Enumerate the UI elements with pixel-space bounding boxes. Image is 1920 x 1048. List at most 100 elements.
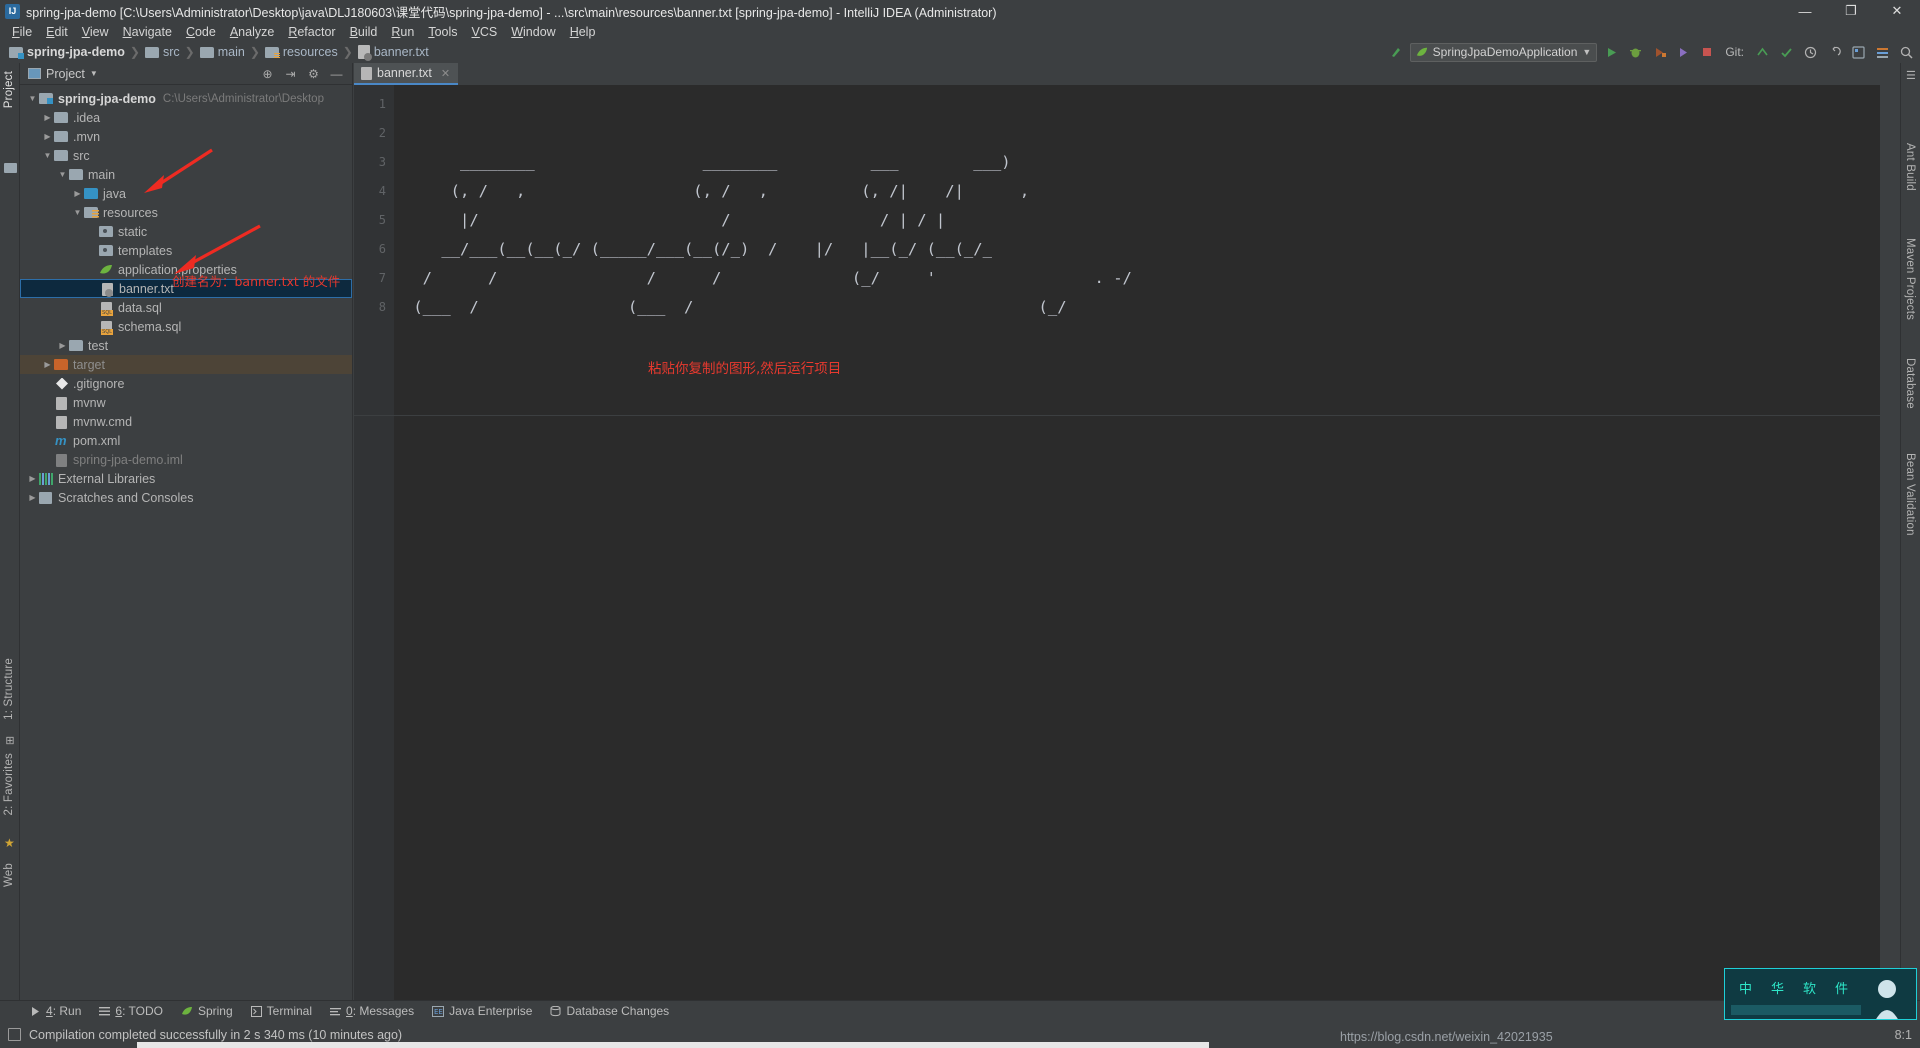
chevron-down-icon[interactable]: ▼ bbox=[90, 69, 98, 78]
breadcrumb-src[interactable]: src bbox=[142, 45, 183, 59]
profile-icon[interactable] bbox=[1673, 42, 1693, 62]
tool-window-favorites[interactable]: 2: Favorites bbox=[3, 753, 15, 815]
menu-item-run[interactable]: Run bbox=[384, 24, 421, 40]
tool-window-bean-validation[interactable]: Bean Validation bbox=[1904, 453, 1916, 536]
menu-item-view[interactable]: View bbox=[75, 24, 116, 40]
run-configuration-selector[interactable]: SpringJpaDemoApplication ▼ bbox=[1409, 42, 1598, 62]
menu-item-help[interactable]: Help bbox=[563, 24, 603, 40]
folder-icon bbox=[69, 168, 84, 182]
collapse-arrow-icon[interactable]: ▶ bbox=[26, 474, 39, 483]
tree-node-src[interactable]: ▼ src bbox=[20, 146, 352, 165]
breadcrumb-spring-jpa-demo[interactable]: spring-jpa-demo bbox=[6, 45, 128, 59]
menu-item-file[interactable]: File bbox=[5, 24, 39, 40]
bottom-tool-spring[interactable]: Spring bbox=[173, 1002, 241, 1021]
tree-node-main[interactable]: ▼ main bbox=[20, 165, 352, 184]
commit-icon[interactable] bbox=[1776, 42, 1796, 62]
collapse-arrow-icon[interactable]: ▶ bbox=[71, 189, 84, 198]
database-changes-icon bbox=[550, 1005, 561, 1017]
build-icon[interactable] bbox=[1386, 42, 1406, 62]
tree-node-templates[interactable]: templates bbox=[20, 241, 352, 260]
bottom-tool-database-changes[interactable]: Database Changes bbox=[542, 1002, 677, 1021]
tree-node-java[interactable]: ▶ java bbox=[20, 184, 352, 203]
text-file-icon bbox=[361, 66, 372, 80]
menu-item-refactor[interactable]: Refactor bbox=[281, 24, 342, 40]
stop-icon[interactable] bbox=[1697, 42, 1717, 62]
run-icon[interactable] bbox=[1601, 42, 1621, 62]
bottom-tool-terminal[interactable]: Terminal bbox=[243, 1002, 320, 1021]
tree-node-external-libraries[interactable]: ▶ External Libraries bbox=[20, 469, 352, 488]
tree-node-pom-xml[interactable]: m pom.xml bbox=[20, 431, 352, 450]
history-icon[interactable] bbox=[1800, 42, 1820, 62]
tree-node-test[interactable]: ▶ test bbox=[20, 336, 352, 355]
tree-node-data-sql[interactable]: data.sql bbox=[20, 298, 352, 317]
menu-item-vcs[interactable]: VCS bbox=[465, 24, 505, 40]
search-everywhere-icon[interactable] bbox=[1896, 42, 1916, 62]
tree-node-resources[interactable]: ▼ resources bbox=[20, 203, 352, 222]
expand-arrow-icon[interactable]: ▼ bbox=[56, 170, 69, 179]
bottom-tool-0-messages[interactable]: 0: Messages bbox=[322, 1002, 422, 1021]
horizontal-scroll-indicator[interactable] bbox=[137, 1042, 1209, 1048]
close-icon[interactable]: ✕ bbox=[441, 67, 450, 80]
tab-banner-txt[interactable]: banner.txt ✕ bbox=[354, 63, 459, 85]
debug-icon[interactable] bbox=[1625, 42, 1645, 62]
expand-arrow-icon[interactable]: ▼ bbox=[41, 151, 54, 160]
bottom-tool-java-enterprise[interactable]: EE Java Enterprise bbox=[424, 1002, 540, 1021]
breadcrumb-resources[interactable]: resources bbox=[262, 45, 341, 59]
tool-window-project[interactable]: Project bbox=[3, 71, 15, 108]
menu-item-edit[interactable]: Edit bbox=[39, 24, 75, 40]
tree-node--idea[interactable]: ▶ .idea bbox=[20, 108, 352, 127]
expand-arrow-icon[interactable]: ▼ bbox=[26, 94, 39, 103]
tree-node--gitignore[interactable]: .gitignore bbox=[20, 374, 352, 393]
event-log-icon[interactable] bbox=[8, 1028, 21, 1041]
settings-gear-icon[interactable]: ⚙ bbox=[306, 67, 321, 81]
breadcrumb-main[interactable]: main bbox=[197, 45, 248, 59]
bottom-tool-4-run[interactable]: 4: Run bbox=[22, 1002, 89, 1021]
collapse-arrow-icon[interactable]: ▶ bbox=[41, 113, 54, 122]
tree-node-mvnw[interactable]: mvnw bbox=[20, 393, 352, 412]
menu-item-code[interactable]: Code bbox=[179, 24, 223, 40]
collapse-all-icon[interactable]: ⇥ bbox=[283, 67, 298, 81]
tree-node-static[interactable]: static bbox=[20, 222, 352, 241]
tool-window-database[interactable]: Database bbox=[1904, 358, 1916, 409]
breadcrumb-banner-txt[interactable]: banner.txt bbox=[355, 45, 432, 61]
tool-window-web[interactable]: Web bbox=[3, 863, 15, 887]
menu-item-build[interactable]: Build bbox=[343, 24, 385, 40]
menu-item-navigate[interactable]: Navigate bbox=[116, 24, 179, 40]
collapse-arrow-icon[interactable]: ▶ bbox=[41, 360, 54, 369]
tree-node-spring-jpa-demo[interactable]: ▼ spring-jpa-demo C:\Users\Administrator\D… bbox=[20, 89, 352, 108]
code-editor[interactable]: 1 2 3 4 5 6 7 8 ________ ________ ___ ___) (, /… bbox=[354, 85, 1880, 1001]
collapse-arrow-icon[interactable]: ▶ bbox=[56, 341, 69, 350]
tree-node-label: pom.xml bbox=[73, 433, 121, 448]
maximize-button[interactable]: ❐ bbox=[1828, 0, 1874, 22]
menu-item-tools[interactable]: Tools bbox=[421, 24, 464, 40]
code-content[interactable]: ________ ________ ___ ___) (, / , (, / ,… bbox=[394, 85, 1880, 1001]
tree-node-scratches-and-consoles[interactable]: ▶ Scratches and Consoles bbox=[20, 488, 352, 507]
run-config-label: SpringJpaDemoApplication bbox=[1432, 45, 1578, 59]
tree-node-schema-sql[interactable]: schema.sql bbox=[20, 317, 352, 336]
collapse-arrow-icon[interactable]: ▶ bbox=[26, 493, 39, 502]
tool-window-ant-build[interactable]: Ant Build bbox=[1904, 143, 1916, 191]
minimize-button[interactable]: — bbox=[1782, 0, 1828, 22]
collapse-arrow-icon[interactable]: ▶ bbox=[41, 132, 54, 141]
tool-window-structure[interactable]: 1: Structure bbox=[3, 658, 15, 720]
menu-item-window[interactable]: Window bbox=[504, 24, 562, 40]
hide-icon[interactable]: — bbox=[329, 67, 344, 81]
expand-arrow-icon[interactable]: ▼ bbox=[71, 208, 84, 217]
bottom-tool-6-todo[interactable]: 6: TODO bbox=[91, 1002, 171, 1021]
coverage-icon[interactable] bbox=[1649, 42, 1669, 62]
menu-item-analyze[interactable]: Analyze bbox=[223, 24, 281, 40]
scroll-from-source-icon[interactable]: ⊕ bbox=[260, 67, 275, 81]
rollback-icon[interactable] bbox=[1824, 42, 1844, 62]
tool-window-maven-projects[interactable]: Maven Projects bbox=[1904, 238, 1916, 320]
caret-position[interactable]: 8:1 bbox=[1895, 1028, 1912, 1042]
settings-icon[interactable] bbox=[1872, 42, 1892, 62]
tree-node--mvn[interactable]: ▶ .mvn bbox=[20, 127, 352, 146]
tree-node-spring-jpa-demo-iml[interactable]: spring-jpa-demo.iml bbox=[20, 450, 352, 469]
notifications-icon[interactable]: ☰ bbox=[1906, 69, 1916, 82]
update-project-icon[interactable] bbox=[1752, 42, 1772, 62]
project-structure-icon[interactable] bbox=[1848, 42, 1868, 62]
tree-node-target[interactable]: ▶ target bbox=[20, 355, 352, 374]
editor-tabs: banner.txt ✕ bbox=[354, 63, 1880, 85]
tree-node-mvnw-cmd[interactable]: mvnw.cmd bbox=[20, 412, 352, 431]
close-button[interactable]: ✕ bbox=[1874, 0, 1920, 22]
